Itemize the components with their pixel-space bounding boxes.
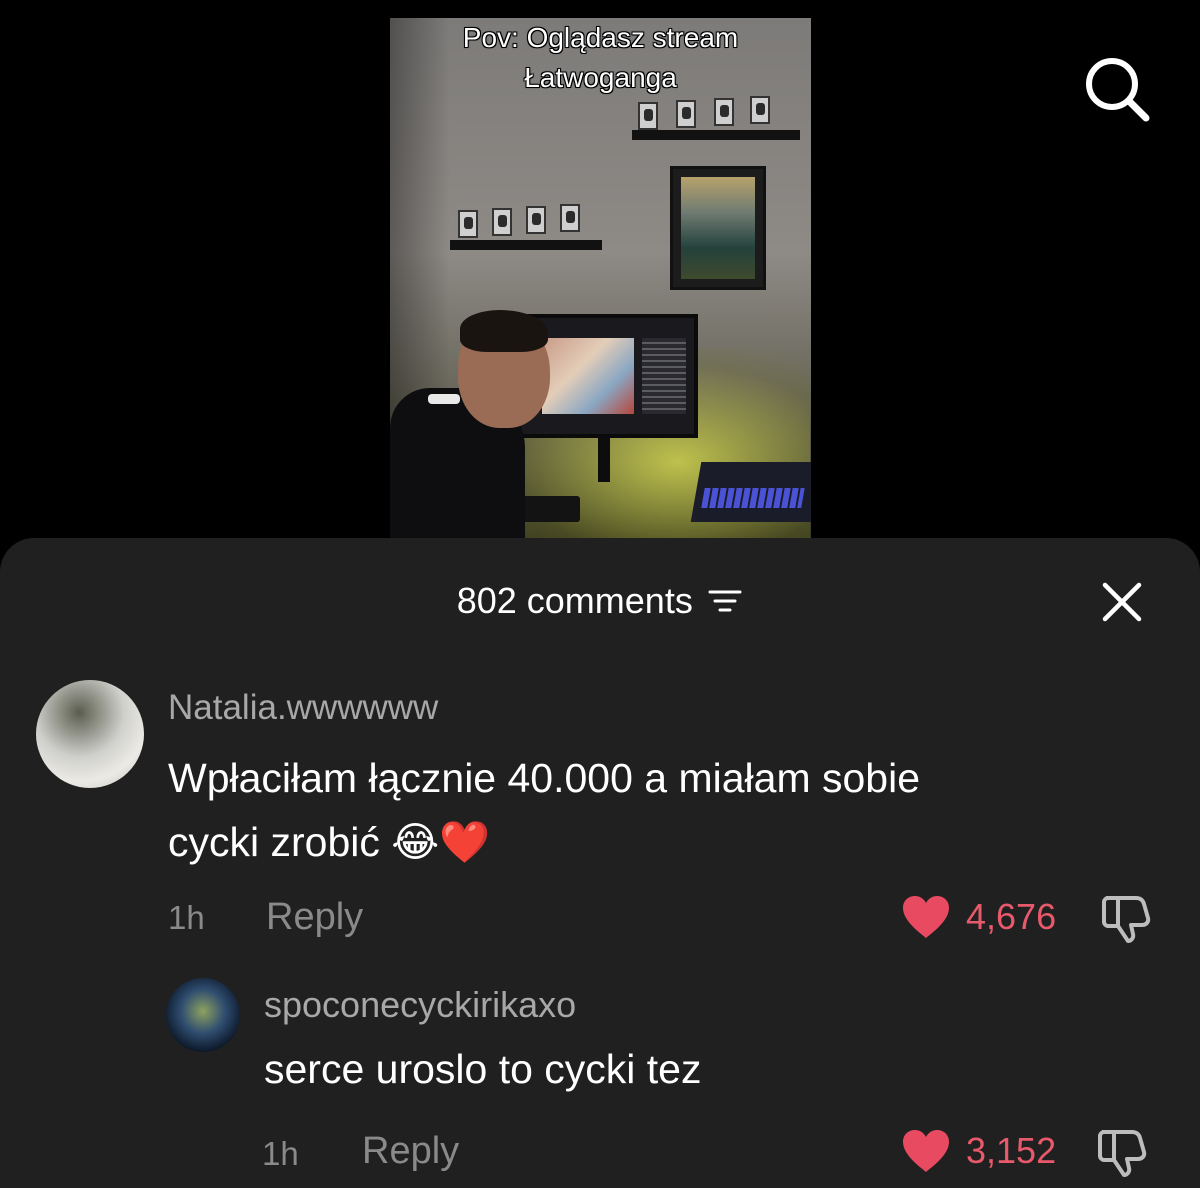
video-caption-line-1: Pov: Oglądasz stream: [462, 22, 739, 53]
figure-box: [526, 206, 546, 234]
reply-button[interactable]: Reply: [362, 1130, 459, 1172]
thumbs-down-icon: [1098, 1130, 1147, 1177]
comment-username[interactable]: spoconecyckirikaxo: [264, 984, 576, 1026]
comment-username[interactable]: Natalia.wwwwww: [168, 688, 438, 728]
laptop: [690, 462, 811, 522]
dislike-button[interactable]: [1100, 892, 1154, 944]
monitor-stream-video: [542, 338, 634, 414]
like-count: 3,152: [966, 1130, 1057, 1171]
avatar[interactable]: [166, 978, 240, 1052]
person-head: [458, 310, 550, 428]
sort-filter-icon[interactable]: [707, 586, 743, 616]
figure-box: [638, 102, 658, 130]
figure-box: [458, 210, 478, 238]
comment-text: serce uroslo to cycki tez: [264, 1046, 702, 1092]
figure-box: [750, 96, 770, 124]
comments-sheet: 802 comments Natalia.wwwwww Wpłaciłam łą…: [0, 538, 1200, 1188]
comments-count: 802 comments: [456, 580, 693, 621]
close-icon: [1102, 582, 1142, 622]
like-button[interactable]: 3,152: [900, 1124, 1056, 1178]
thumbs-down-icon: [1102, 896, 1151, 943]
like-button[interactable]: 4,676: [900, 890, 1056, 944]
figure-box: [492, 208, 512, 236]
video-caption-line-2: Łatwoganga: [524, 62, 677, 93]
search-icon: [1086, 58, 1150, 122]
upper-shelf: [632, 130, 800, 140]
video-preview[interactable]: Pov: Oglądasz stream Łatwoganga: [390, 18, 811, 538]
comment-item: Natalia.wwwwww Wpłaciłam łącznie 40.000 …: [0, 678, 1200, 978]
figure-box: [714, 98, 734, 126]
comment-text: Wpłaciłam łącznie 40.000 a miałam sobie …: [168, 746, 1128, 874]
heart-icon: [903, 1130, 949, 1172]
framed-poster: [670, 166, 766, 290]
reply-button[interactable]: Reply: [266, 896, 363, 938]
video-caption: Pov: Oglądasz stream Łatwoganga: [390, 18, 811, 98]
figure-box: [676, 100, 696, 128]
comments-header: 802 comments: [0, 576, 1200, 626]
comment-text-line-1: Wpłaciłam łącznie 40.000 a miałam sobie: [168, 755, 921, 801]
comment-time: 1h: [168, 899, 205, 936]
comment-item: spoconecyckirikaxo serce uroslo to cycki…: [0, 976, 1200, 1188]
avatar[interactable]: [36, 680, 144, 788]
lower-shelf: [450, 240, 602, 250]
monitor-stand: [598, 438, 610, 482]
monitor-stream-chat: [642, 338, 686, 414]
like-count: 4,676: [966, 896, 1057, 937]
search-button[interactable]: [1080, 52, 1152, 124]
heart-icon: [903, 896, 949, 938]
comment-time: 1h: [262, 1135, 299, 1172]
dislike-button[interactable]: [1096, 1126, 1150, 1178]
comment-text-line-2: cycki zrobić 😂❤️: [168, 819, 491, 865]
close-button[interactable]: [1098, 578, 1146, 626]
figure-box: [560, 204, 580, 232]
